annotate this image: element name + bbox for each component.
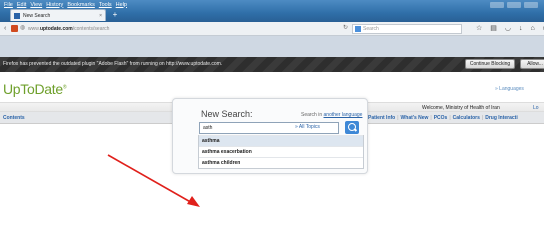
close-window-button[interactable] bbox=[524, 2, 538, 8]
topic-filter-select[interactable]: » All Topics bbox=[295, 124, 320, 130]
welcome-text: Welcome, Ministry of Health of Iran bbox=[422, 105, 500, 111]
menu-history[interactable]: History bbox=[46, 2, 63, 8]
toolbar-icons: ☆ ▤ ◡ ↓ ⌂ ◉ bbox=[476, 25, 544, 33]
back-arrow-icon[interactable]: ‹ bbox=[4, 25, 10, 33]
browser-window: File Edit View History Bookmarks Tools H… bbox=[0, 0, 544, 246]
plugin-notification-bar: Firefox has prevented the outdated plugi… bbox=[0, 57, 544, 72]
menu-bar: File Edit View History Bookmarks Tools H… bbox=[4, 0, 127, 9]
url-text: www.uptodate.com/contents/search bbox=[28, 26, 110, 32]
menu-tools[interactable]: Tools bbox=[99, 2, 112, 8]
nav-patient-info[interactable]: Patient Info bbox=[368, 115, 395, 121]
uptodate-logo[interactable]: UpToDate® bbox=[3, 81, 67, 97]
nav-calculators[interactable]: Calculators bbox=[453, 115, 480, 121]
nav-pcos[interactable]: PCOs bbox=[434, 115, 448, 121]
search-button[interactable] bbox=[345, 121, 359, 134]
menu-help[interactable]: Help bbox=[116, 2, 127, 8]
home-icon[interactable]: ⌂ bbox=[531, 25, 535, 33]
site-identity-icon[interactable] bbox=[11, 25, 18, 32]
nav-separator: | bbox=[430, 115, 432, 121]
suggestion-item[interactable]: asthma children bbox=[199, 157, 363, 168]
languages-link[interactable]: » Languages bbox=[495, 86, 524, 92]
bookmark-star-icon[interactable]: ☆ bbox=[476, 25, 482, 33]
top-navigation: Patient Info | What's New | PCOs | Calcu… bbox=[368, 115, 518, 121]
pocket-icon[interactable]: ◡ bbox=[505, 25, 511, 33]
url-bar[interactable]: www.uptodate.com/contents/search bbox=[28, 24, 348, 34]
uptodate-favicon-icon bbox=[14, 12, 20, 19]
another-language-link[interactable]: another language bbox=[324, 112, 363, 118]
tab-new-search[interactable]: New Search × bbox=[10, 9, 106, 21]
reload-icon[interactable]: ↻ bbox=[343, 25, 348, 32]
contents-link[interactable]: Contents bbox=[3, 115, 25, 121]
menu-bookmarks[interactable]: Bookmarks bbox=[67, 2, 95, 8]
tab-title: New Search bbox=[23, 12, 51, 19]
autocomplete-list: asthma asthma exacerbation asthma childr… bbox=[198, 135, 364, 169]
search-in-language: Search in another language bbox=[301, 112, 363, 118]
maximize-button[interactable] bbox=[507, 2, 521, 8]
window-controls bbox=[490, 2, 538, 8]
navigation-bar: ‹ ◍ www.uptodate.com/contents/search ↻ S… bbox=[0, 22, 544, 36]
search-placeholder: Search bbox=[363, 26, 379, 32]
nav-separator: | bbox=[397, 115, 399, 121]
menu-file[interactable]: File bbox=[4, 2, 13, 8]
search-engine-icon bbox=[355, 26, 361, 32]
suggestion-item[interactable]: asthma bbox=[199, 135, 363, 146]
login-link[interactable]: Lo bbox=[533, 105, 539, 111]
browser-search-input[interactable]: Search bbox=[352, 24, 462, 34]
nav-separator: | bbox=[449, 115, 451, 121]
nav-separator: | bbox=[481, 115, 484, 121]
nav-drug-interactions[interactable]: Drug Interacti bbox=[485, 115, 518, 121]
plugin-message: Firefox has prevented the outdated plugi… bbox=[3, 61, 223, 67]
download-icon[interactable]: ↓ bbox=[519, 25, 523, 33]
globe-icon: ◍ bbox=[20, 25, 26, 31]
nav-whats-new[interactable]: What's New bbox=[401, 115, 429, 121]
new-search-title: New Search: bbox=[201, 109, 253, 119]
suggestion-item[interactable]: asthma exacerbation bbox=[199, 146, 363, 157]
title-bar: File Edit View History Bookmarks Tools H… bbox=[0, 0, 544, 22]
clipboard-icon[interactable]: ▤ bbox=[490, 25, 497, 33]
minimize-button[interactable] bbox=[490, 2, 504, 8]
continue-blocking-button[interactable]: Continue Blocking bbox=[465, 59, 515, 69]
allow-button[interactable]: Allow... bbox=[520, 59, 544, 69]
new-tab-button[interactable]: + bbox=[110, 10, 120, 20]
menu-edit[interactable]: Edit bbox=[17, 2, 26, 8]
menu-view[interactable]: View bbox=[30, 2, 42, 8]
close-tab-icon[interactable]: × bbox=[99, 13, 102, 19]
